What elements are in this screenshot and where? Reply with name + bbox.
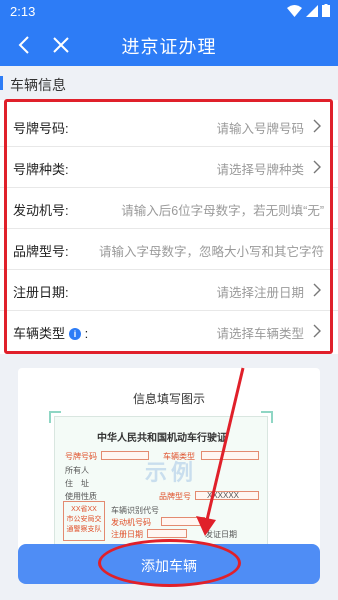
field-register-date: 注册日期 (111, 530, 143, 539)
wifi-icon (287, 4, 302, 17)
chevron-right-icon (313, 160, 321, 174)
label-colon: : (84, 326, 89, 341)
add-vehicle-button-label: 添加车辆 (141, 558, 197, 574)
license-example-image: 中华人民共和国机动车行驶证 示例 号牌号码 车辆类型 所有人 住 址 使用性质 … (49, 411, 273, 556)
field-label: 品牌型号: (13, 244, 69, 259)
section-title: 车辆信息 (10, 77, 66, 93)
field-vin: 车辆识别代号 (111, 506, 159, 515)
field-label: 注册日期: (13, 285, 69, 300)
plate-type-select[interactable]: 请选择号牌种类 (216, 159, 304, 178)
field-issue-date: 发证日期 (205, 530, 237, 539)
stamp-seal: XX省XX 市公安局交 通警察支队 (63, 501, 105, 541)
page-title: 进京证办理 (121, 37, 217, 57)
vehicle-type-select[interactable]: 请选择车辆类型 (216, 323, 304, 342)
license-title: 中华人民共和国机动车行驶证 (97, 433, 227, 444)
add-vehicle-button[interactable]: 添加车辆 (18, 544, 320, 584)
field-label: 车辆类型 i : (13, 323, 88, 342)
form-row-vehicle-type[interactable]: 车辆类型 i : 请选择车辆类型 (0, 311, 338, 352)
chevron-right-icon (313, 119, 321, 133)
signal-icon (306, 4, 318, 17)
app-bar: 进京证办理 (0, 24, 338, 66)
field-box (101, 451, 149, 460)
section-accent-bar (0, 76, 3, 90)
vehicle-type-label: 车辆类型 (13, 326, 66, 341)
example-card-title: 信息填写图示 (132, 392, 205, 406)
field-box (201, 451, 259, 460)
form-row-plate-number[interactable]: 号牌号码: 请输入号牌号码 (0, 106, 338, 147)
form-row-brand-model[interactable]: 品牌型号: 请输入字母数字，忽略大小写和其它字符 (0, 229, 338, 270)
plate-number-input[interactable]: 请输入号牌号码 (216, 118, 304, 137)
vehicle-info-form: 号牌号码: 请输入号牌号码 号牌种类: 请选择号牌种类 发动机号: 请输入后6位… (0, 100, 338, 354)
chevron-right-icon (313, 324, 321, 338)
field-box (161, 517, 205, 526)
field-label: 号牌号码: (13, 121, 69, 136)
corner-mark (261, 411, 273, 423)
field-label: 号牌种类: (13, 162, 69, 177)
corner-mark (49, 411, 61, 423)
status-time: 2:13 (10, 4, 36, 19)
brand-model-input[interactable]: 请输入字母数字，忽略大小写和其它字符 (99, 241, 324, 260)
info-icon[interactable]: i (69, 328, 82, 340)
register-date-select[interactable]: 请选择注册日期 (216, 282, 304, 301)
engine-number-input[interactable]: 请输入后6位字母数字，若无则填“无” (121, 200, 324, 219)
chevron-right-icon (313, 283, 321, 297)
field-plate-number: 号牌号码 (65, 452, 97, 461)
form-row-engine-number[interactable]: 发动机号: 请输入后6位字母数字，若无则填“无” (0, 188, 338, 229)
field-brand-model: 品牌型号 (159, 492, 191, 501)
section-header: 车辆信息 (0, 66, 338, 100)
field-box (147, 529, 187, 538)
field-engine-number: 发动机号码 (111, 518, 151, 527)
field-label: 发动机号: (13, 203, 69, 218)
status-icons (287, 4, 330, 17)
field-owner: 所有人 (65, 466, 89, 475)
field-vehicle-type: 车辆类型 (163, 452, 195, 461)
battery-icon (322, 4, 330, 17)
form-row-register-date[interactable]: 注册日期: 请选择注册日期 (0, 270, 338, 311)
field-address: 住 址 (65, 479, 89, 488)
status-bar: 2:13 (0, 0, 338, 24)
field-brand-value: XXXXXX (207, 491, 240, 500)
form-row-plate-type[interactable]: 号牌种类: 请选择号牌种类 (0, 147, 338, 188)
